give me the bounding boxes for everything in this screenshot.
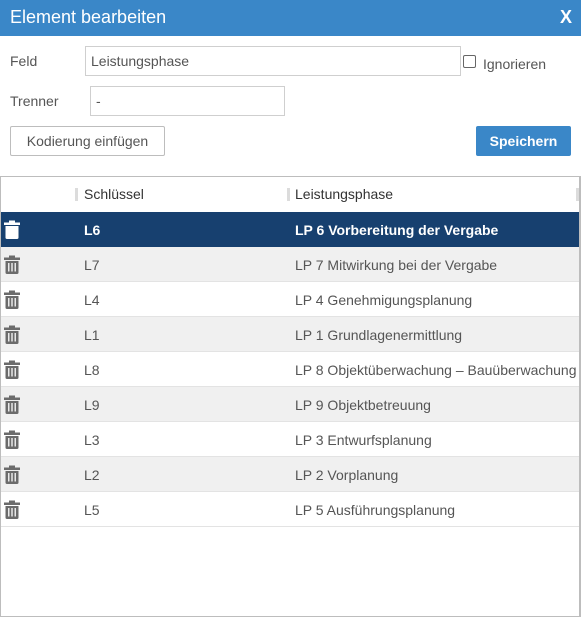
row-key: L3 [84, 432, 100, 448]
trash-icon[interactable] [4, 290, 20, 309]
feld-input[interactable]: Leistungsphase [85, 46, 461, 76]
dialog-title: Element bearbeiten [10, 7, 167, 27]
trenner-label: Trenner [10, 93, 59, 109]
row-key: L8 [84, 362, 100, 378]
row-key: L4 [84, 292, 100, 308]
row-phase: LP 5 Ausführungsplanung [295, 502, 456, 518]
ignorieren-label: Ignorieren [483, 56, 547, 72]
row-phase: LP 3 Entwurfsplanung [295, 432, 432, 448]
save-button[interactable]: Speichern [476, 126, 571, 156]
feld-label: Feld [10, 53, 38, 69]
row-key: L5 [84, 502, 100, 518]
column-separator[interactable] [287, 188, 290, 201]
table-row[interactable]: L7 LP 7 Mitwirkung bei der Vergabe [1, 247, 579, 282]
row-key: L9 [84, 397, 100, 413]
row-phase: LP 4 Genehmigungsplanung [295, 292, 473, 308]
close-icon[interactable]: X [560, 7, 572, 28]
table-row[interactable]: L9 LP 9 Objektbetreuung [1, 387, 579, 422]
trash-icon[interactable] [4, 220, 20, 239]
table-row[interactable]: L2 LP 2 Vorplanung [1, 457, 579, 492]
data-grid: Schlüssel Leistungsphase L6 LP 6 Vorberei… [0, 176, 581, 617]
row-phase: LP 9 Objektbetreuung [295, 397, 431, 413]
trash-icon[interactable] [4, 255, 20, 274]
row-phase: LP 8 Objektüberwachung – Bauüberwachung [295, 362, 577, 378]
table-row[interactable]: L1 LP 1 Grundlagenermittlung [1, 317, 579, 352]
row-phase: LP 2 Vorplanung [295, 467, 399, 483]
row-key: L1 [84, 327, 100, 343]
row-phase: LP 1 Grundlagenermittlung [295, 327, 463, 343]
grid-header: Schlüssel Leistungsphase [1, 177, 579, 212]
column-header-phase[interactable]: Leistungsphase [295, 186, 393, 202]
row-key: L7 [84, 257, 100, 273]
trash-icon[interactable] [4, 500, 20, 519]
trash-icon[interactable] [4, 325, 20, 344]
row-key: L2 [84, 467, 100, 483]
trash-icon[interactable] [4, 360, 20, 379]
table-row[interactable]: L4 LP 4 Genehmigungsplanung [1, 282, 579, 317]
table-row[interactable]: L5 LP 5 Ausführungsplanung [1, 492, 579, 527]
trash-icon[interactable] [4, 465, 20, 484]
trash-icon[interactable] [4, 395, 20, 414]
row-phase: LP 6 Vorbereitung der Vergabe [295, 222, 499, 238]
table-row[interactable]: L3 LP 3 Entwurfsplanung [1, 422, 579, 457]
insert-code-button[interactable]: Kodierung einfügen [10, 126, 165, 156]
dialog-titlebar: Element bearbeiten X [0, 0, 581, 36]
ignorieren-checkbox[interactable] [463, 55, 476, 68]
column-header-key[interactable]: Schlüssel [84, 186, 144, 202]
column-separator[interactable] [75, 188, 78, 201]
trash-icon[interactable] [4, 430, 20, 449]
table-row[interactable]: L6 LP 6 Vorbereitung der Vergabe [1, 212, 579, 247]
row-phase: LP 7 Mitwirkung bei der Vergabe [295, 257, 498, 273]
row-key: L6 [84, 222, 101, 238]
column-separator[interactable] [576, 188, 579, 201]
table-row[interactable]: L8 LP 8 Objektüberwachung – Bauüberwachun… [1, 352, 579, 387]
trenner-input[interactable]: - [90, 86, 285, 116]
